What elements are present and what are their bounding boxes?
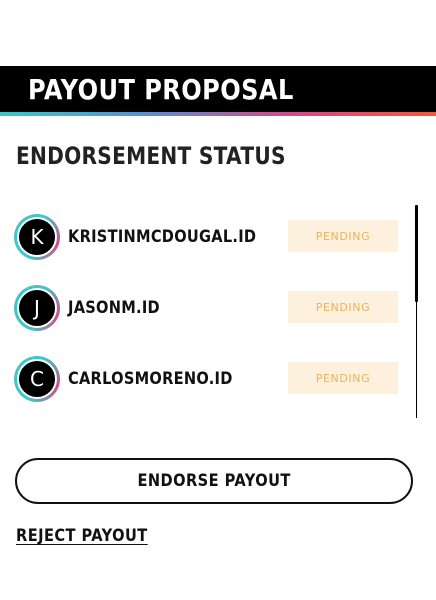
status-badge: PENDING (288, 291, 398, 323)
reject-payout-link[interactable]: REJECT PAYOUT (16, 526, 148, 546)
avatar-initial: J (17, 288, 57, 328)
gradient-stripe (0, 112, 436, 116)
avatar: C (14, 356, 60, 402)
endorsement-status-heading: ENDORSEMENT STATUS (16, 142, 286, 170)
endorser-list: K KRISTINMCDOUGAL.ID PENDING J JASONM.ID… (0, 200, 436, 418)
header-bar: PAYOUT PROPOSAL (0, 66, 436, 116)
payout-proposal-screen: PAYOUT PROPOSAL ENDORSEMENT STATUS K KRI… (0, 0, 436, 600)
endorser-name: JASONM.ID (68, 298, 160, 318)
endorser-row: C CARLOSMORENO.ID PENDING (0, 356, 410, 406)
avatar: K (14, 214, 60, 260)
endorser-name: CARLOSMORENO.ID (68, 369, 233, 389)
endorser-row: K KRISTINMCDOUGAL.ID PENDING (0, 214, 410, 264)
endorse-payout-label: ENDORSE PAYOUT (137, 471, 291, 491)
avatar-initial: K (17, 217, 57, 257)
endorser-row: J JASONM.ID PENDING (0, 285, 410, 335)
endorser-name: KRISTINMCDOUGAL.ID (68, 227, 257, 247)
page-title: PAYOUT PROPOSAL (28, 73, 294, 106)
status-badge: PENDING (288, 220, 398, 252)
avatar-initial: C (17, 359, 57, 399)
endorse-payout-button[interactable]: ENDORSE PAYOUT (15, 458, 413, 504)
status-badge: PENDING (288, 362, 398, 394)
avatar: J (14, 285, 60, 331)
list-scrollbar[interactable] (415, 205, 418, 418)
scrollbar-thumb[interactable] (415, 205, 418, 302)
